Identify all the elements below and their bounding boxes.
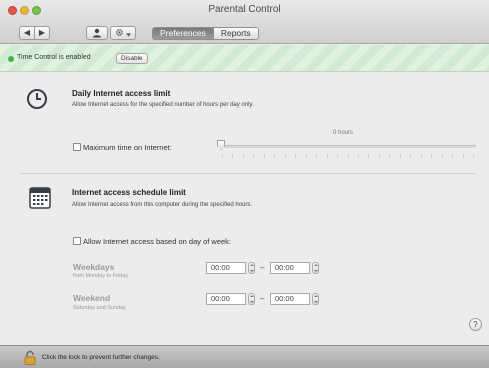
weekdays-title: Weekdays [73,262,115,272]
slider-tick [232,154,234,157]
slider-tick [378,154,380,157]
hours-slider[interactable] [220,145,476,148]
weekdays-from-field[interactable]: 00:00 [206,262,246,274]
day-of-week-checkbox[interactable] [73,237,81,245]
day-of-week-label: Allow Internet access based on day of we… [83,237,232,246]
slider-tick [274,154,276,157]
calendar-icon [29,187,51,209]
weekdays-to-field[interactable]: 00:00 [270,262,310,274]
title-bar: Parental Control ◀ ▶ Preferences Reports [0,0,489,44]
slider-value-text: 0 hours [333,130,354,136]
status-text: Time Control is enabled [17,54,91,61]
tab-preferences[interactable]: Preferences [153,28,213,39]
tab-reports[interactable]: Reports [212,28,258,39]
clock-icon [27,89,47,109]
slider-tick [368,154,370,157]
slider-tick [347,154,349,157]
weekdays-subtitle: from Monday to Friday [73,273,129,279]
status-indicator-icon [8,56,14,62]
weekend-from-stepper[interactable] [248,293,255,305]
slider-tick [326,154,328,157]
parental-control-window: Parental Control ◀ ▶ Preferences Reports [0,0,489,368]
user-button[interactable] [86,26,108,40]
slider-tick [242,154,244,157]
slider-tick [473,154,474,157]
user-icon [93,28,101,38]
status-bar: Time Control is enabled Disable [0,45,489,72]
weekdays-separator: – [260,263,265,272]
disable-button[interactable]: Disable [116,53,148,64]
slider-tick [462,154,464,157]
schedule-limit-title: Internet access schedule limit [72,188,186,197]
slider-tick [357,154,359,157]
slider-tick [431,154,433,157]
slider-tick [284,154,286,157]
weekend-separator: – [260,294,265,303]
slider-tick [253,154,255,157]
weekend-from-field[interactable]: 00:00 [206,293,246,305]
chevron-down-icon [126,33,132,37]
slider-tick [222,154,223,157]
forward-button[interactable]: ▶ [34,26,50,40]
weekend-subtitle: Saturday and Sunday [73,305,126,311]
forward-arrow-icon: ▶ [38,28,46,37]
slider-tick [263,154,265,157]
max-time-checkbox[interactable] [73,143,81,151]
weekend-to-field[interactable]: 00:00 [270,293,310,305]
view-segmented-control: Preferences Reports [152,27,259,40]
back-button[interactable]: ◀ [19,26,35,40]
weekend-title: Weekend [73,293,111,303]
schedule-limit-description: Allow Internet access from this computer… [72,202,253,208]
lock-icon[interactable] [24,350,36,365]
hours-slider-handle[interactable] [217,140,225,150]
slider-tick [410,154,412,157]
back-arrow-icon: ◀ [23,28,31,37]
weekdays-from-stepper[interactable] [248,262,255,274]
slider-tick [441,154,443,157]
daily-limit-title: Daily Internet access limit [72,89,171,98]
gear-menu-button[interactable] [110,26,136,40]
slider-tick [399,154,401,157]
gear-icon [115,29,123,36]
slider-tick [389,154,391,157]
daily-limit-description: Allow Internet access for the specified … [72,102,254,108]
weekend-to-stepper[interactable] [312,293,319,305]
bottom-bar: Click the lock to prevent further change… [0,345,489,368]
weekdays-to-stepper[interactable] [312,262,319,274]
slider-tick [337,154,339,157]
section-divider [20,173,475,174]
max-time-label: Maximum time on Internet: [83,143,172,152]
help-button[interactable]: ? [469,318,482,331]
lock-hint-text: Click the lock to prevent further change… [42,354,160,361]
slider-tick [452,154,454,157]
slider-ticks [222,154,474,157]
slider-tick [316,154,318,157]
slider-tick [295,154,297,157]
window-title: Parental Control [208,4,281,15]
slider-tick [305,154,307,157]
slider-tick [420,154,422,157]
